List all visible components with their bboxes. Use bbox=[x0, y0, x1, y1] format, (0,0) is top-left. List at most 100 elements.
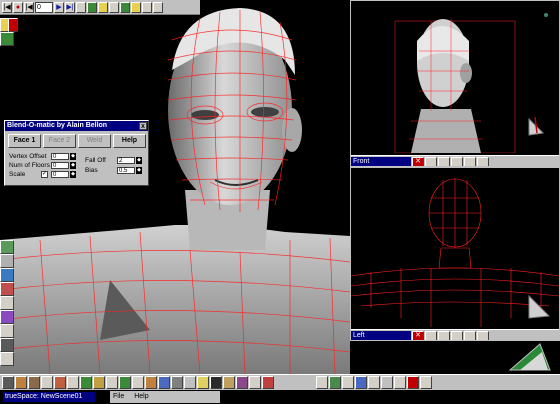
main-3d-viewport[interactable] bbox=[0, 0, 350, 374]
front-view-close-button[interactable]: ✕ bbox=[412, 157, 424, 166]
fall-off-field[interactable]: 2 bbox=[117, 157, 135, 164]
animation-tool-icon[interactable] bbox=[87, 1, 97, 13]
tool-btn-11-icon[interactable] bbox=[132, 376, 144, 389]
bias-spinner[interactable]: ◆ bbox=[136, 167, 142, 174]
front-view-window[interactable]: Front ✕ bbox=[350, 0, 560, 167]
record-button[interactable]: ● bbox=[13, 1, 23, 13]
front-view-toolbar: Front ✕ bbox=[351, 155, 559, 166]
path-tool-icon[interactable] bbox=[98, 1, 108, 13]
front-view-icon-1[interactable] bbox=[425, 157, 437, 166]
dialog-close-button[interactable]: x bbox=[139, 122, 147, 130]
bias-field[interactable]: 0.5 bbox=[117, 167, 135, 174]
left-view-icon-5[interactable] bbox=[477, 331, 489, 340]
menu-file[interactable]: File bbox=[113, 393, 124, 400]
left-view-icon-1[interactable] bbox=[425, 331, 437, 340]
menu-help[interactable]: Help bbox=[134, 393, 148, 400]
view-btn-4-icon[interactable] bbox=[355, 376, 367, 389]
left-view-close-button[interactable]: ✕ bbox=[412, 331, 424, 340]
tool-icon-7[interactable] bbox=[0, 324, 14, 338]
tool-btn-20-icon[interactable] bbox=[249, 376, 261, 389]
bottom-toolbar bbox=[0, 374, 560, 390]
step-back-button[interactable]: |◀ bbox=[24, 1, 34, 13]
weld-button[interactable]: Weld bbox=[78, 134, 111, 148]
keyframe-editor-icon[interactable] bbox=[76, 1, 86, 13]
left-view-icon-4[interactable] bbox=[464, 331, 476, 340]
num-floors-spinner[interactable]: ◆ bbox=[70, 162, 76, 169]
tool-btn-2-icon[interactable] bbox=[15, 376, 27, 389]
front-view-icon-3[interactable] bbox=[451, 157, 463, 166]
front-view-icon-4[interactable] bbox=[464, 157, 476, 166]
navigation-widget-icon[interactable] bbox=[500, 340, 560, 374]
scale-field[interactable]: 0 bbox=[51, 171, 69, 178]
front-view-render bbox=[394, 13, 548, 154]
tool-btn-13-icon[interactable] bbox=[158, 376, 170, 389]
view-btn-1-icon[interactable] bbox=[316, 376, 328, 389]
render-tool-icon[interactable] bbox=[131, 1, 141, 13]
tool-btn-3-icon[interactable] bbox=[28, 376, 40, 389]
num-floors-field[interactable]: 0 bbox=[51, 162, 69, 169]
tool-btn-10-icon[interactable] bbox=[119, 376, 131, 389]
tool-icon-6[interactable] bbox=[0, 310, 14, 324]
tool-btn-17-icon[interactable] bbox=[210, 376, 222, 389]
menu-bar: File Help bbox=[110, 391, 220, 403]
left-view-title[interactable]: Left bbox=[351, 331, 411, 340]
blend-o-matic-dialog: Blend-O-matic by Alain Bellon x Face 1 F… bbox=[4, 120, 149, 186]
face2-button[interactable]: Face 2 bbox=[43, 134, 76, 148]
tool-btn-7-icon[interactable] bbox=[80, 376, 92, 389]
tool-icon-5[interactable] bbox=[0, 296, 14, 310]
settings-tool-icon[interactable] bbox=[153, 1, 163, 13]
view-btn-3-icon[interactable] bbox=[342, 376, 354, 389]
help-button[interactable]: Help bbox=[113, 134, 146, 148]
tool-btn-21-icon[interactable] bbox=[262, 376, 274, 389]
view-btn-9-icon[interactable] bbox=[420, 376, 432, 389]
color-tool-icon[interactable] bbox=[8, 18, 18, 32]
vertex-offset-field[interactable]: 0 bbox=[51, 153, 69, 160]
scale-checkbox[interactable]: ✓ bbox=[41, 171, 48, 178]
rewind-to-start-button[interactable]: |◀ bbox=[2, 1, 12, 13]
vertex-offset-spinner[interactable]: ◆ bbox=[70, 153, 76, 160]
tool-icon-2[interactable] bbox=[0, 254, 14, 268]
left-view-icon-3[interactable] bbox=[451, 331, 463, 340]
scene-tool-icon[interactable] bbox=[142, 1, 152, 13]
fall-off-spinner[interactable]: ◆ bbox=[136, 157, 142, 164]
front-view-icon-5[interactable] bbox=[477, 157, 489, 166]
object-tool-icon[interactable] bbox=[120, 1, 130, 13]
motion-tool-icon[interactable] bbox=[109, 1, 119, 13]
tool-btn-8-icon[interactable] bbox=[93, 376, 105, 389]
tool-btn-1-icon[interactable] bbox=[2, 376, 14, 389]
front-view-title[interactable]: Front bbox=[351, 157, 411, 166]
scale-label: Scale bbox=[9, 171, 26, 178]
view-btn-2-icon[interactable] bbox=[329, 376, 341, 389]
tool-btn-14-icon[interactable] bbox=[171, 376, 183, 389]
view-btn-5-icon[interactable] bbox=[368, 376, 380, 389]
head-model-render bbox=[0, 8, 350, 374]
tool-btn-9-icon[interactable] bbox=[106, 376, 118, 389]
front-view-icon-2[interactable] bbox=[438, 157, 450, 166]
scale-spinner[interactable]: ◆ bbox=[70, 171, 76, 178]
dialog-title: Blend-O-matic by Alain Bellon bbox=[7, 122, 108, 129]
tool-btn-16-icon[interactable] bbox=[197, 376, 209, 389]
tool-btn-5-icon[interactable] bbox=[54, 376, 66, 389]
tool-icon-8[interactable] bbox=[0, 338, 14, 352]
view-btn-6-icon[interactable] bbox=[381, 376, 393, 389]
tool-icon-9[interactable] bbox=[0, 352, 14, 366]
tool-icon-4[interactable] bbox=[0, 282, 14, 296]
tool-btn-19-icon[interactable] bbox=[236, 376, 248, 389]
step-forward-button[interactable]: ▶| bbox=[65, 1, 75, 13]
view-btn-7-icon[interactable] bbox=[394, 376, 406, 389]
paint-tool-icon[interactable] bbox=[0, 32, 14, 46]
tool-icon-1[interactable] bbox=[0, 240, 14, 254]
left-view-icon-2[interactable] bbox=[438, 331, 450, 340]
tool-btn-18-icon[interactable] bbox=[223, 376, 235, 389]
dialog-titlebar[interactable]: Blend-O-matic by Alain Bellon x bbox=[5, 121, 148, 131]
face1-button[interactable]: Face 1 bbox=[8, 134, 41, 148]
view-btn-8-icon[interactable] bbox=[407, 376, 419, 389]
play-button[interactable]: ▶ bbox=[54, 1, 64, 13]
tool-icon-3[interactable] bbox=[0, 268, 14, 282]
tool-btn-6-icon[interactable] bbox=[67, 376, 79, 389]
tool-btn-15-icon[interactable] bbox=[184, 376, 196, 389]
frame-number-field[interactable]: 0 bbox=[35, 1, 53, 13]
tool-btn-4-icon[interactable] bbox=[41, 376, 53, 389]
left-view-window[interactable]: Left ✕ bbox=[350, 167, 560, 341]
tool-btn-12-icon[interactable] bbox=[145, 376, 157, 389]
